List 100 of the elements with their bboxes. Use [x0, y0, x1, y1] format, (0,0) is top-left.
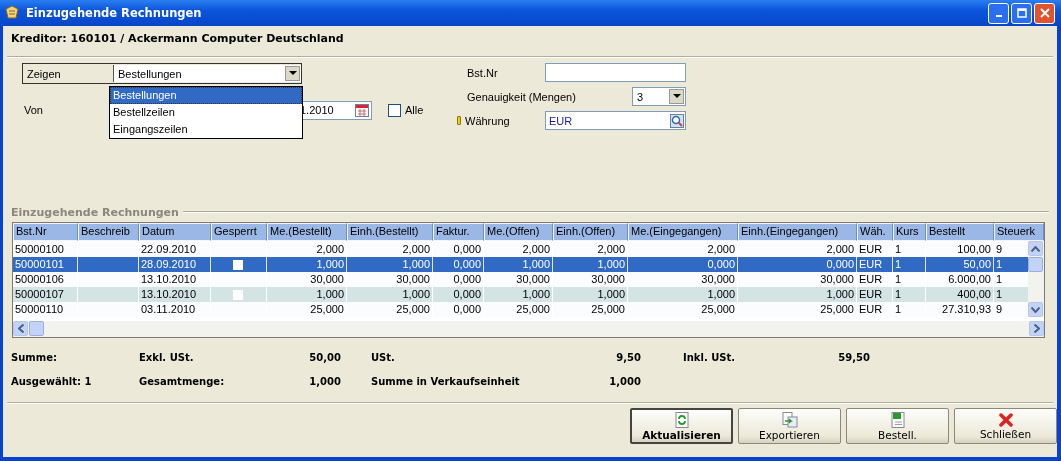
table-cell: 1,000 — [316, 287, 344, 302]
table-cell: 1,000 — [826, 287, 854, 302]
table-cell: 1 — [996, 272, 1003, 287]
table-cell: EUR — [859, 257, 883, 272]
table-cell: 0,000 — [453, 242, 481, 257]
table-cell: 0,000 — [707, 257, 735, 272]
maximize-button[interactable] — [1011, 2, 1032, 24]
table-cell: 1,000 — [522, 287, 550, 302]
table-cell: 50000101 — [15, 257, 64, 272]
column-header[interactable]: Einh.(Eingegangen) — [738, 223, 857, 241]
table-cell: 27.310,93 — [942, 302, 991, 317]
table-cell: 100,00 — [957, 242, 991, 257]
scroll-up-icon[interactable] — [1028, 241, 1043, 256]
table-cell: 30,000 — [396, 272, 430, 287]
table-row[interactable]: 50000110 03.11.2010 25,000 25,000 0,000 25,000 25,000 25,000 25,000 EUR 1 27.310,93 9 — [13, 302, 1028, 317]
summary-value: 9,50 — [616, 351, 641, 363]
scroll-down-icon[interactable] — [1028, 302, 1043, 317]
table-cell: 2,000 — [402, 242, 430, 257]
dropdown-option[interactable]: Eingangszeilen — [110, 121, 302, 138]
currency-field[interactable]: EUR — [545, 111, 686, 130]
summary-value: 59,50 — [838, 351, 870, 363]
app-icon — [4, 5, 20, 21]
action-button[interactable]: Bestell. — [846, 408, 949, 444]
show-selector[interactable]: Zeigen Bestellungen — [22, 63, 302, 84]
column-header[interactable]: Kurs — [893, 223, 926, 241]
all-label: Alle — [405, 104, 424, 116]
table-cell: 0,000 — [826, 257, 854, 272]
table-cell: 1 — [895, 302, 902, 317]
summary-label: Ausgewählt: 1 — [11, 375, 92, 387]
column-header[interactable]: Steuerk — [994, 223, 1044, 241]
summary-label: Summe in Verkaufseinheit — [371, 375, 520, 387]
table-cell: 50000107 — [15, 287, 64, 302]
lookup-icon[interactable] — [670, 113, 684, 128]
column-header[interactable]: Wäh. — [857, 223, 893, 241]
table-cell: 2,000 — [316, 242, 344, 257]
column-header[interactable]: Einh.(Bestellt) — [347, 223, 433, 241]
summary-label: USt. — [371, 351, 395, 363]
table-row[interactable]: 50000101 28.09.2010 1,000 1,000 0,000 1,000 1,000 0,000 0,000 EUR 1 50,00 1 — [13, 257, 1028, 272]
summary-value: 1,000 — [609, 375, 641, 387]
table-cell: EUR — [859, 272, 883, 287]
scroll-thumb[interactable] — [1028, 257, 1043, 272]
column-header[interactable]: Me.(Offen) — [484, 223, 553, 241]
summary-label: Exkl. USt. — [139, 351, 194, 363]
column-header[interactable]: Bestellt — [926, 223, 994, 241]
locked-checkbox[interactable] — [233, 259, 243, 270]
table-cell: 30,000 — [701, 272, 735, 287]
required-marker-icon — [457, 116, 461, 125]
column-header[interactable]: Beschreib — [78, 223, 139, 241]
column-header[interactable]: Faktur. — [433, 223, 484, 241]
from-label: Von — [23, 104, 44, 116]
locked-checkbox[interactable] — [233, 289, 243, 300]
dropdown-option[interactable]: Bestellungen — [110, 87, 302, 104]
column-header[interactable]: Datum — [139, 223, 211, 241]
table-cell: 6.000,00 — [948, 272, 991, 287]
calendar-icon[interactable] — [355, 103, 369, 117]
table-cell: EUR — [859, 287, 883, 302]
table-cell: 0,000 — [453, 287, 481, 302]
table-cell: 1 — [895, 287, 902, 302]
table-cell: 50,00 — [963, 257, 991, 272]
column-header[interactable]: Bst.Nr — [13, 223, 78, 241]
scroll-left-icon[interactable] — [13, 321, 28, 336]
scroll-right-icon[interactable] — [1029, 321, 1044, 336]
table-cell: 50000110 — [15, 302, 64, 317]
table-row[interactable]: 50000107 13.10.2010 1,000 1,000 0,000 1,000 1,000 1,000 1,000 EUR 1 400,00 1 — [13, 287, 1028, 302]
table-cell: 25,000 — [396, 302, 430, 317]
dropdown-option[interactable]: Bestellzeilen — [110, 104, 302, 121]
table-cell: 2,000 — [826, 242, 854, 257]
close-icon — [998, 412, 1013, 427]
summary-label: Inkl. USt. — [683, 351, 736, 363]
table-cell: 1,000 — [597, 287, 625, 302]
column-header[interactable]: Me.(Eingegangen) — [628, 223, 738, 241]
summary-value: 1,000 — [309, 375, 341, 387]
table-row[interactable]: 50000106 13.10.2010 30,000 30,000 0,000 30,000 30,000 30,000 30,000 EUR 1 6.000,00 1 — [13, 272, 1028, 287]
summary-label: Summe: — [11, 351, 57, 363]
order-number-field[interactable] — [545, 63, 686, 82]
vertical-scrollbar[interactable] — [1028, 241, 1044, 317]
currency-label: Währung — [464, 114, 511, 127]
table-cell: 13.10.2010 — [141, 287, 197, 302]
column-header[interactable]: Einh.(Offen) — [553, 223, 628, 241]
table-cell: 30,000 — [591, 272, 625, 287]
scroll-thumb[interactable] — [29, 321, 44, 336]
horizontal-scrollbar[interactable] — [13, 321, 1044, 337]
table-cell: 25,000 — [820, 302, 854, 317]
close-icon — [1039, 8, 1050, 18]
all-checkbox[interactable] — [388, 103, 401, 117]
action-button[interactable]: Schließen — [954, 408, 1057, 444]
table-cell: 1 — [895, 242, 902, 257]
window-title: Einzugehende Rechnungen — [26, 6, 202, 20]
column-header[interactable]: Me.(Bestellt) — [267, 223, 347, 241]
action-button[interactable]: Aktualisieren — [630, 408, 733, 444]
show-dropdown[interactable]: Bestellungen — [113, 65, 301, 82]
column-header[interactable]: Gesperrt — [211, 223, 267, 241]
minimize-button[interactable] — [988, 2, 1009, 24]
table-cell: 400,00 — [957, 287, 991, 302]
close-button[interactable] — [1034, 2, 1055, 24]
precision-dropdown[interactable]: 3 — [632, 87, 686, 106]
table-cell: 1,000 — [316, 257, 344, 272]
action-button[interactable]: Exportieren — [738, 408, 841, 444]
table-cell: 25,000 — [310, 302, 344, 317]
table-row[interactable]: 50000100 22.09.2010 2,000 2,000 0,000 2,000 2,000 2,000 2,000 EUR 1 100,00 9 — [13, 242, 1028, 257]
